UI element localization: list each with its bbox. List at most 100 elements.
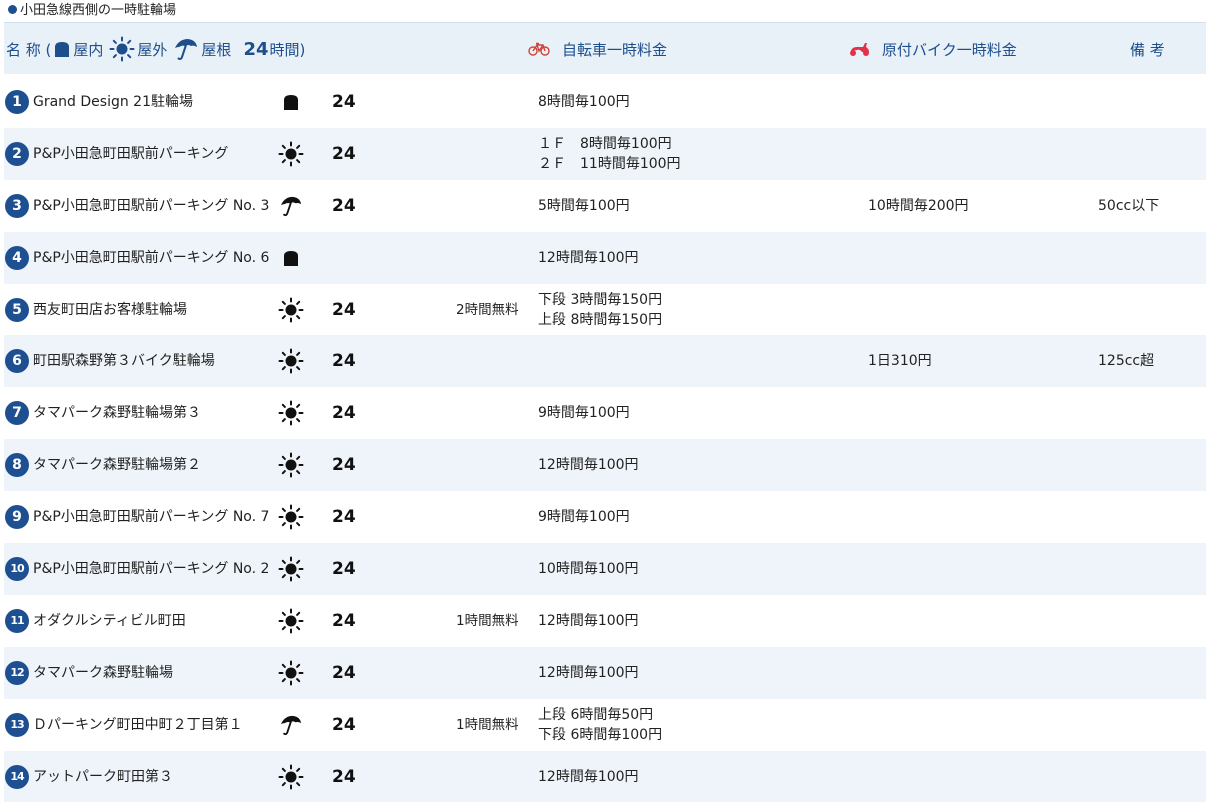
number-badge: 5 <box>5 297 29 322</box>
bicycle-fee-line: 9時間毎100円 <box>538 509 630 526</box>
facility-name: オダクルシティビル町田 <box>33 612 186 629</box>
table-row: 9 P&P小田急町田駅前パーキング No. 7 24 9時間毎100円 <box>4 491 1206 543</box>
sun-icon <box>278 751 304 803</box>
row-number: 5 <box>5 284 29 336</box>
bicycle-fee: 12時間毎100円 <box>538 232 639 284</box>
number-badge: 9 <box>5 505 29 530</box>
moped-fee-header: 原付バイク一時料金 <box>848 23 1017 75</box>
sun-icon <box>278 387 304 439</box>
free-time: 2時間無料 <box>456 301 519 318</box>
table-row: 3 P&P小田急町田駅前パーキング No. 3 24 5時間毎100円 10時間毎200… <box>4 180 1206 232</box>
indoor-icon <box>278 76 304 128</box>
sun-icon <box>109 36 135 62</box>
sun-icon <box>278 335 304 387</box>
bicycle-fee: 12時間毎100円 <box>538 751 639 803</box>
hours-24: 24 <box>332 195 356 216</box>
bicycle-fee-line: １Ｆ 8時間毎100円 <box>538 135 672 152</box>
bicycle-fee: 10時間毎100円 <box>538 543 639 595</box>
row-number: 9 <box>5 491 29 543</box>
table-row: 7 タマパーク森野駐輪場第３ 24 9時間毎100円 <box>4 387 1206 439</box>
facility-name: タマパーク森野駐輪場 <box>33 664 173 681</box>
row-number: 1 <box>5 76 29 128</box>
moped-fee: 1日310円 <box>868 353 932 370</box>
free-time: 1時間無料 <box>456 612 519 629</box>
bicycle-fee-line: ２Ｆ 11時間毎100円 <box>538 155 681 172</box>
number-badge: 14 <box>5 764 29 789</box>
bicycle-fee-line: 12時間毎100円 <box>538 457 639 474</box>
number-badge: 4 <box>5 245 29 270</box>
facility-name: 西友町田店お客様駐輪場 <box>33 301 187 318</box>
bicycle-fee: 12時間毎100円 <box>538 595 639 647</box>
table-row: 1 Grand Design 21駐輪場 24 8時間毎100円 <box>4 76 1206 128</box>
bicycle-fee-line: 12時間毎100円 <box>538 249 639 266</box>
table-row: 2 P&P小田急町田駅前パーキング 24 １Ｆ 8時間毎100円 ２Ｆ 11時間毎100… <box>4 127 1206 180</box>
bicycle-fee: 12時間毎100円 <box>538 439 639 491</box>
bicycle-fee: 5時間毎100円 <box>538 180 630 232</box>
row-number: 11 <box>5 595 29 647</box>
bicycle-fee-line: 上段 6時間毎50円 <box>538 706 654 723</box>
number-badge: 8 <box>5 453 29 478</box>
bicycle-fee-line: 12時間毎100円 <box>538 612 639 629</box>
number-badge: 2 <box>5 141 29 166</box>
table-row: 6 町田駅森野第３バイク駐輪場 24 1日310円 125cc超 <box>4 335 1206 388</box>
bicycle-fee: 下段 3時間毎150円 上段 8時間毎150円 <box>538 284 662 336</box>
number-badge: 1 <box>5 89 29 114</box>
facility-name: タマパーク森野駐輪場第２ <box>33 457 201 474</box>
sun-icon <box>278 128 304 180</box>
table-row: 4 P&P小田急町田駅前パーキング No. 6 12時間毎100円 <box>4 231 1206 284</box>
moped-fee: 10時間毎200円 <box>868 197 969 214</box>
sun-icon <box>278 439 304 491</box>
bicycle-fee-line: 10時間毎100円 <box>538 560 639 577</box>
bullet-icon <box>8 5 17 14</box>
hours-24: 24 <box>332 662 356 683</box>
row-number: 3 <box>5 180 29 232</box>
hours-24: 24 <box>332 507 356 528</box>
bicycle-fee-line: 上段 8時間毎150円 <box>538 311 663 328</box>
bicycle-fee-header: 自転車一時料金 <box>528 23 667 75</box>
page-title: 小田急線西側の一時駐輪場 <box>8 2 176 20</box>
bicycle-fee: 12時間毎100円 <box>538 647 639 699</box>
sun-icon <box>278 595 304 647</box>
row-number: 2 <box>5 128 29 180</box>
indoor-icon <box>278 232 304 284</box>
facility-name: P&P小田急町田駅前パーキング <box>33 145 229 162</box>
number-badge: 6 <box>5 349 29 374</box>
umbrella-icon <box>278 180 304 232</box>
hours-24: 24 <box>332 299 356 320</box>
bicycle-icon <box>528 42 550 56</box>
hours-24: 24 <box>332 766 356 787</box>
legend: 名 称 ( 屋内 屋外 屋根 24 時間) <box>6 23 311 75</box>
hours-24: 24 <box>332 455 356 476</box>
table-row: 8 タマパーク森野駐輪場第２ 24 12時間毎100円 <box>4 439 1206 492</box>
facility-name: P&P小田急町田駅前パーキング No. 2 <box>33 560 270 577</box>
table-row: 13 Ｄパーキング町田中町２丁目第１ 24 1時間無料 上段 6時間毎50円 下段 6時間… <box>4 699 1206 751</box>
bicycle-fee-line: 下段 3時間毎150円 <box>538 291 663 308</box>
umbrella-icon <box>278 699 304 751</box>
number-badge: 11 <box>5 608 29 633</box>
legend-24h: 24 時間) <box>243 38 306 60</box>
notes-header: 備 考 <box>1130 40 1165 59</box>
moped-icon <box>850 43 869 56</box>
legend-roof: 屋根 <box>173 37 231 61</box>
hours-24: 24 <box>332 403 356 424</box>
row-number: 14 <box>5 751 29 803</box>
bicycle-fee-line: 5時間毎100円 <box>538 197 630 214</box>
bicycle-fee: 上段 6時間毎50円 下段 6時間毎100円 <box>538 699 662 751</box>
row-number: 12 <box>5 647 29 699</box>
facility-name: 町田駅森野第３バイク駐輪場 <box>33 353 215 370</box>
sun-icon <box>278 284 304 336</box>
bicycle-fee: 8時間毎100円 <box>538 76 630 128</box>
notes: 125cc超 <box>1098 353 1155 370</box>
facility-name: Ｄパーキング町田中町２丁目第１ <box>33 716 243 733</box>
facility-name: タマパーク森野駐輪場第３ <box>33 405 201 422</box>
name-column-label: 名 称 ( <box>6 40 52 59</box>
row-number: 8 <box>5 439 29 491</box>
facility-name: P&P小田急町田駅前パーキング No. 7 <box>33 509 270 526</box>
table-row: 12 タマパーク森野駐輪場 24 12時間毎100円 <box>4 646 1206 699</box>
bicycle-fee-line: 8時間毎100円 <box>538 93 630 110</box>
bicycle-fee-line: 9時間毎100円 <box>538 405 630 422</box>
number-badge: 13 <box>5 712 29 737</box>
indoor-icon <box>55 42 70 57</box>
hours-24: 24 <box>332 558 356 579</box>
legend-indoor: 屋内 <box>53 39 103 60</box>
